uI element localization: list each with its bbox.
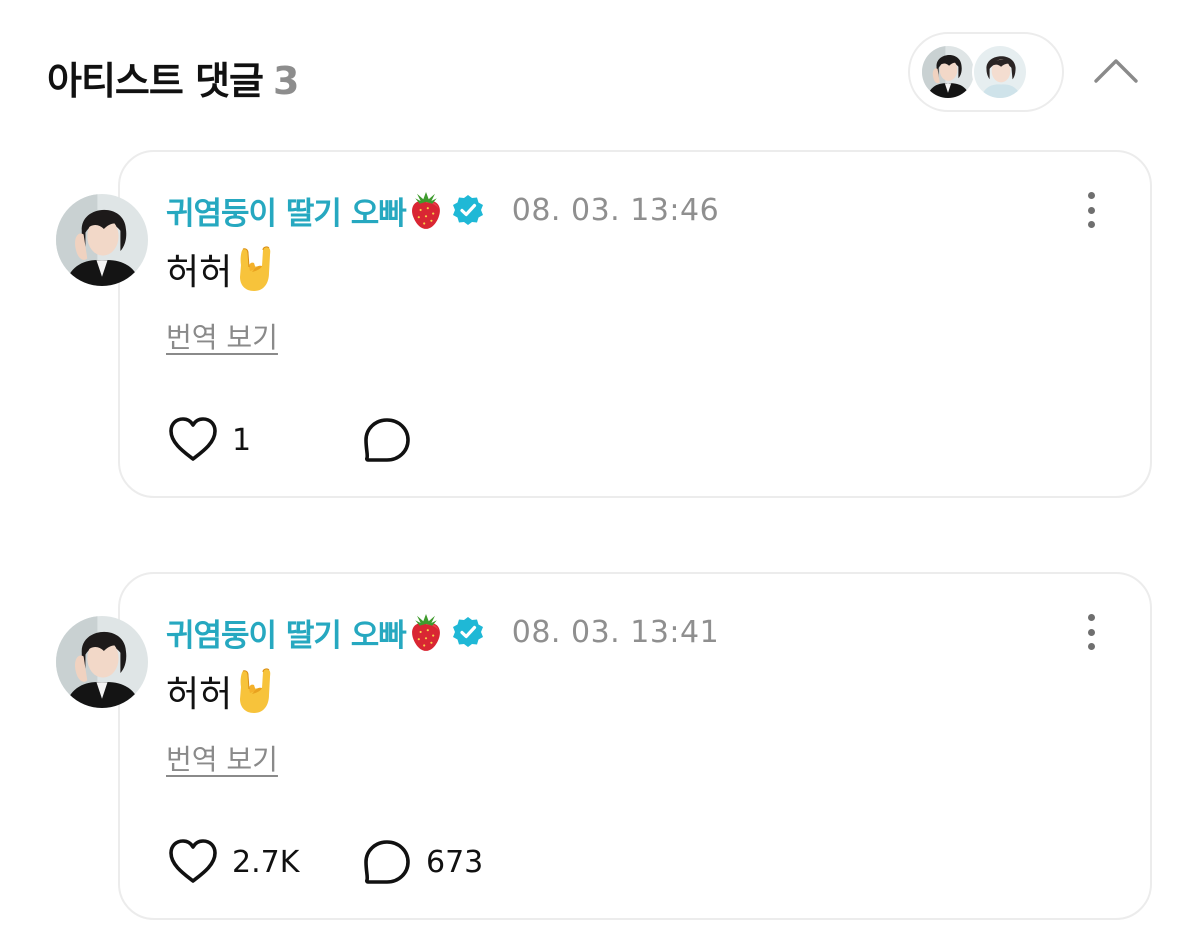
comment-timestamp: 08. 03. 13:46	[511, 192, 720, 228]
collapse-button[interactable]	[1090, 50, 1142, 90]
comment-meta: 귀염둥이 딸기 오빠 08. 03. 13:41	[166, 610, 719, 654]
heart-icon	[166, 837, 220, 887]
comment-body: 허허	[166, 666, 278, 716]
kebab-dot	[1087, 628, 1095, 636]
kebab-dot	[1087, 221, 1095, 228]
more-options-button[interactable]	[1076, 610, 1106, 654]
verified-badge-icon	[452, 616, 484, 648]
translate-link[interactable]: 번역 보기	[166, 316, 278, 356]
speech-bubble-icon	[360, 837, 414, 887]
comment-actions: 1	[166, 414, 436, 466]
kebab-dot	[1087, 643, 1095, 650]
more-options-button[interactable]	[1076, 188, 1106, 232]
like-button[interactable]: 1	[166, 415, 360, 465]
strawberry-emoji-icon	[408, 612, 444, 652]
author-name[interactable]: 귀염둥이 딸기 오빠	[166, 188, 407, 233]
artist-comments-header: 아티스트 댓글 3	[0, 0, 1200, 140]
comment-timestamp: 08. 03. 13:41	[511, 614, 720, 650]
comment-actions: 2.7K 673	[166, 836, 483, 888]
rock-on-hand-emoji-icon	[234, 667, 278, 715]
reply-button[interactable]: 673	[360, 837, 483, 887]
author-name[interactable]: 귀염둥이 딸기 오빠	[166, 610, 407, 655]
speech-bubble-icon	[360, 415, 414, 465]
author-avatar[interactable]	[56, 194, 148, 286]
kebab-dot	[1087, 206, 1095, 214]
verified-badge-icon	[452, 194, 484, 226]
heart-icon	[166, 415, 220, 465]
kebab-dot	[1087, 192, 1095, 199]
kebab-dot	[1087, 614, 1095, 621]
reply-count: 673	[426, 844, 484, 880]
rock-on-hand-emoji-icon	[234, 245, 278, 293]
comment-card: 귀염둥이 딸기 오빠 08. 03. 13:41 허허 번역 보기 2.7K 6…	[118, 572, 1152, 920]
comment-count: 3	[273, 59, 299, 103]
comment-text: 허허	[166, 674, 233, 715]
comment-card: 귀염둥이 딸기 오빠 08. 03. 13:46 허허 번역 보기 1	[118, 150, 1152, 498]
chevron-up-icon	[1094, 59, 1138, 83]
comment-meta: 귀염둥이 딸기 오빠 08. 03. 13:46	[166, 188, 719, 232]
like-button[interactable]: 2.7K	[166, 837, 360, 887]
comment-text: 허허	[166, 252, 233, 293]
artist-avatars-pill[interactable]	[908, 32, 1064, 112]
like-count: 2.7K	[232, 844, 300, 880]
section-title: 아티스트 댓글 3	[47, 50, 299, 105]
artist-avatar	[920, 44, 976, 100]
strawberry-emoji-icon	[408, 190, 444, 230]
author-avatar[interactable]	[56, 616, 148, 708]
reply-button[interactable]	[360, 415, 436, 465]
like-count: 1	[232, 422, 252, 458]
comment-body: 허허	[166, 244, 278, 294]
translate-link[interactable]: 번역 보기	[166, 738, 278, 778]
section-title-label: 아티스트 댓글	[47, 59, 264, 103]
artist-avatar	[972, 44, 1028, 100]
